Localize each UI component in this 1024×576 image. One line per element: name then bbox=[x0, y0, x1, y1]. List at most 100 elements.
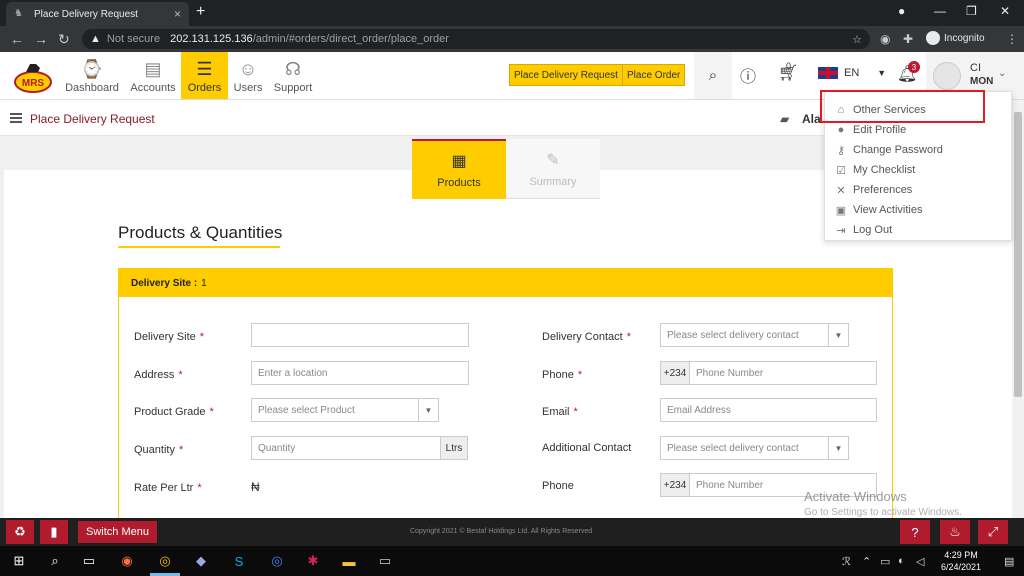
address-field[interactable] bbox=[251, 361, 469, 385]
delivery-site-input[interactable] bbox=[258, 329, 468, 341]
summary-step-icon: ✎ bbox=[546, 151, 560, 169]
menu-item-label: My Checklist bbox=[853, 164, 916, 176]
not-secure-warning-icon: ▲ bbox=[90, 33, 101, 45]
mrs-logo[interactable]: MRS bbox=[14, 58, 52, 94]
reload-icon[interactable]: ↻ bbox=[58, 31, 70, 48]
step-summary[interactable]: ✎ Summary bbox=[506, 139, 600, 199]
battery-icon[interactable]: ▭ bbox=[880, 555, 890, 568]
fullscreen-button[interactable]: ⤢ bbox=[978, 520, 1008, 544]
address-bar: ← → ↻ ▲ Not secure 202.131.125.136 /admi… bbox=[0, 26, 1024, 52]
delivery-site-field[interactable] bbox=[251, 323, 469, 347]
phone-label: Phone * bbox=[542, 369, 583, 381]
nav-accounts-label: Accounts bbox=[130, 82, 176, 94]
bookmark-icon: ▮ bbox=[50, 524, 58, 539]
phone2-label: Phone bbox=[542, 480, 574, 492]
minimize-icon[interactable]: — bbox=[934, 4, 946, 18]
product-grade-select[interactable]: Please select Product ▼ bbox=[251, 398, 439, 422]
phone-field[interactable] bbox=[689, 361, 877, 385]
nav-support[interactable]: ☊ Support bbox=[268, 52, 318, 99]
menu-item-my-checklist[interactable]: ☑ My Checklist bbox=[835, 161, 915, 179]
restore-icon[interactable]: ❐ bbox=[966, 4, 977, 18]
firefox-icon[interactable]: ◉ bbox=[118, 552, 136, 570]
activate-windows-subtitle: Go to Settings to activate Windows. bbox=[804, 507, 962, 518]
app-icon[interactable]: ◆ bbox=[192, 552, 210, 570]
network-icon[interactable]: ◐ bbox=[898, 555, 905, 567]
url-field[interactable]: ▲ Not secure 202.131.125.136 /admin/#ord… bbox=[82, 29, 870, 49]
help-icon[interactable]: ⓘ bbox=[740, 63, 756, 87]
switch-menu-button[interactable]: Switch Menu bbox=[78, 521, 157, 543]
tab-close-icon[interactable]: × bbox=[174, 7, 181, 21]
back-icon[interactable]: ← bbox=[10, 31, 24, 47]
forward-icon[interactable]: → bbox=[34, 31, 48, 47]
bookmark-button[interactable]: ▮ bbox=[40, 520, 68, 544]
search-button[interactable]: ⌕ bbox=[694, 52, 732, 99]
file-explorer-icon[interactable]: ▬ bbox=[340, 552, 358, 570]
menu-item-label: Edit Profile bbox=[853, 124, 907, 136]
terminal-icon[interactable]: ▭ bbox=[376, 552, 394, 570]
tools-icon: ✕ bbox=[836, 184, 846, 197]
place-order-button[interactable]: Place Order bbox=[622, 64, 686, 86]
profile-menu-icon[interactable]: ● bbox=[898, 4, 905, 18]
close-window-icon[interactable]: ✕ bbox=[1000, 4, 1010, 18]
chevron-down-icon: ▼ bbox=[828, 324, 848, 346]
nav-orders[interactable]: ☰ Orders bbox=[181, 52, 228, 99]
chrome-icon[interactable]: ◎ bbox=[156, 552, 174, 570]
puzzle-extensions-icon[interactable]: ✚ bbox=[903, 32, 913, 46]
browser-tab[interactable]: ♞ Place Delivery Request × bbox=[6, 2, 189, 26]
fire-button[interactable]: ♨ bbox=[940, 520, 970, 544]
people-icon[interactable]: ℛ bbox=[842, 555, 851, 568]
notifications-icon[interactable]: ▤ bbox=[1004, 555, 1014, 568]
additional-contact-select[interactable]: Please select delivery contact ▼ bbox=[660, 436, 849, 460]
step-products-label: Products bbox=[437, 177, 481, 189]
windows-start-icon[interactable]: ⊞ bbox=[10, 552, 28, 570]
nav-dashboard[interactable]: ⌚ Dashboard bbox=[65, 52, 119, 99]
page-title: Place Delivery Request bbox=[30, 112, 155, 126]
wizard-steps: ▦ Products ✎ Summary bbox=[412, 139, 600, 199]
section-underline bbox=[118, 246, 280, 248]
scrollbar-thumb[interactable] bbox=[1014, 112, 1022, 397]
browser-menu-icon[interactable]: ⋮ bbox=[1006, 32, 1018, 46]
slack-icon[interactable]: ✱ bbox=[304, 552, 322, 570]
new-tab-button[interactable]: + bbox=[196, 3, 205, 21]
wallet-icon: ▰ bbox=[780, 112, 790, 126]
nav-accounts[interactable]: ▤ Accounts bbox=[128, 52, 178, 99]
copyright-text: Copyright 2021 © Bestaf Holdings Ltd. Al… bbox=[410, 528, 593, 535]
task-view-icon[interactable]: ▭ bbox=[80, 552, 98, 570]
phone-input[interactable] bbox=[696, 367, 876, 379]
phone2-prefix: +234 bbox=[660, 473, 690, 497]
recycle-button[interactable]: ♻ bbox=[6, 520, 34, 544]
url-host: 202.131.125.136 bbox=[170, 33, 253, 45]
menu-item-label: View Activities bbox=[853, 204, 923, 216]
menu-item-view-activities[interactable]: ▣ View Activities bbox=[835, 201, 923, 219]
not-secure-label: Not secure bbox=[106, 33, 161, 45]
address-input[interactable] bbox=[258, 367, 468, 379]
menu-item-edit-profile[interactable]: ● Edit Profile bbox=[835, 121, 907, 139]
help-button[interactable]: ? bbox=[900, 520, 930, 544]
email-field[interactable] bbox=[660, 398, 877, 422]
search-icon[interactable]: ⌕ bbox=[46, 552, 64, 570]
extension-icon[interactable]: ◉ bbox=[880, 32, 890, 46]
rate-label: Rate Per Ltr * bbox=[134, 482, 202, 494]
menu-item-log-out[interactable]: ⇥ Log Out bbox=[835, 221, 892, 239]
quantity-label: Quantity * bbox=[134, 444, 184, 456]
menu-item-preferences[interactable]: ✕ Preferences bbox=[835, 181, 912, 199]
skype-icon[interactable]: S bbox=[230, 552, 248, 570]
chevron-up-icon[interactable]: ⌃ bbox=[862, 555, 871, 568]
incognito-indicator[interactable]: Incognito bbox=[926, 31, 985, 45]
key-icon: ⚷ bbox=[836, 144, 846, 157]
step-products[interactable]: ▦ Products bbox=[412, 139, 506, 199]
quantity-input[interactable] bbox=[258, 442, 440, 454]
bookmark-star-icon[interactable]: ☆ bbox=[852, 33, 862, 46]
menu-icon[interactable] bbox=[10, 113, 22, 123]
email-input[interactable] bbox=[667, 404, 876, 416]
language-selector[interactable]: EN ▼ bbox=[818, 67, 886, 79]
nav-users[interactable]: ☺ Users bbox=[223, 52, 273, 99]
volume-icon[interactable]: ◁ bbox=[916, 555, 924, 568]
delivery-contact-select[interactable]: Please select delivery contact ▼ bbox=[660, 323, 849, 347]
place-delivery-request-button[interactable]: Place Delivery Request bbox=[509, 64, 623, 86]
chrome-alt-icon[interactable]: ◎ bbox=[268, 552, 286, 570]
quantity-field[interactable] bbox=[251, 436, 441, 460]
delivery-contact-label: Delivery Contact * bbox=[542, 331, 631, 343]
system-clock[interactable]: 4:29 PM 6/24/2021 bbox=[936, 549, 986, 573]
menu-item-change-password[interactable]: ⚷ Change Password bbox=[835, 141, 943, 159]
